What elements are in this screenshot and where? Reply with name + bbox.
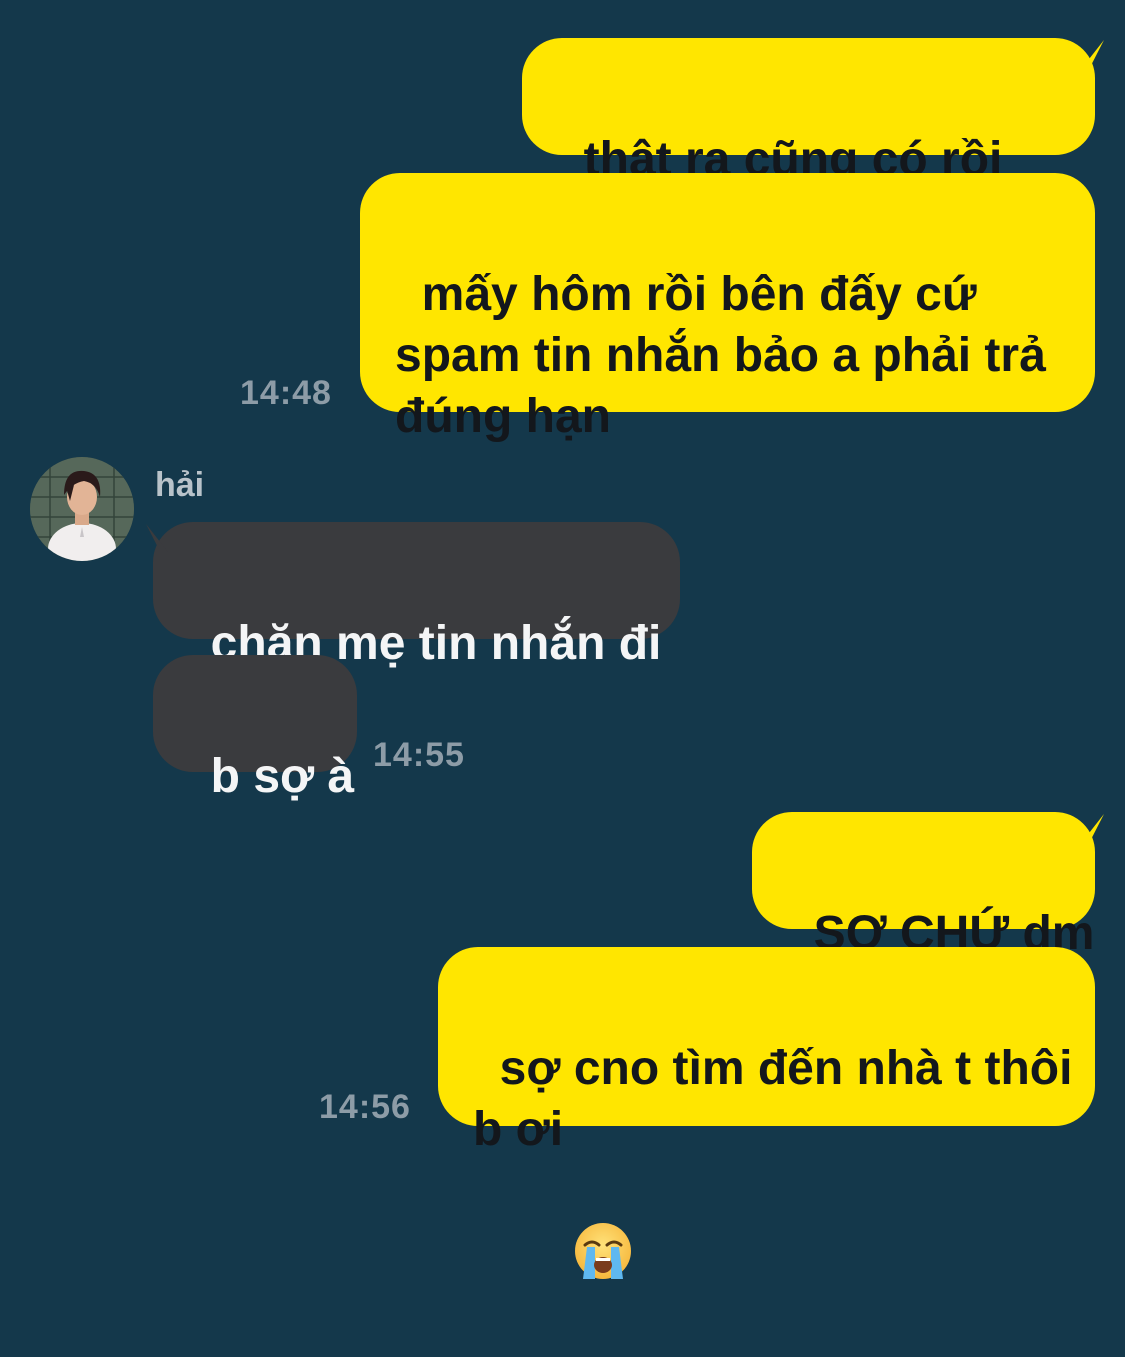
crying-face-icon bbox=[520, 1160, 633, 1357]
outgoing-message-bubble[interactable]: SỢ CHỨ dm bbox=[752, 812, 1095, 960]
message-timestamp: 14:55 bbox=[373, 736, 465, 774]
sender-name: hải bbox=[155, 466, 205, 504]
outgoing-message-bubble[interactable]: mấy hôm rồi bên đấy cứ spam tin nhắn bảo… bbox=[360, 173, 1095, 443]
incoming-message-bubble[interactable]: chặn mẹ tin nhắn đi bbox=[153, 522, 680, 670]
message-timestamp: 14:48 bbox=[240, 374, 332, 412]
avatar[interactable] bbox=[30, 457, 134, 561]
message-text: sợ cno tìm đến nhà t thôi b ơi bbox=[473, 1042, 1073, 1156]
outgoing-message-bubble[interactable]: thật ra cũng có rồi bbox=[522, 38, 1095, 309]
message-text: mấy hôm rồi bên đấy cứ spam tin nhắn bảo… bbox=[395, 268, 1046, 443]
message-timestamp: 14:56 bbox=[319, 1088, 411, 1126]
incoming-message-bubble[interactable]: b sợ à bbox=[153, 655, 357, 803]
outgoing-message-bubble[interactable]: sợ cno tìm đến nhà t thôi b ơi bbox=[438, 947, 1095, 1279]
message-text: b sợ à bbox=[210, 750, 355, 803]
